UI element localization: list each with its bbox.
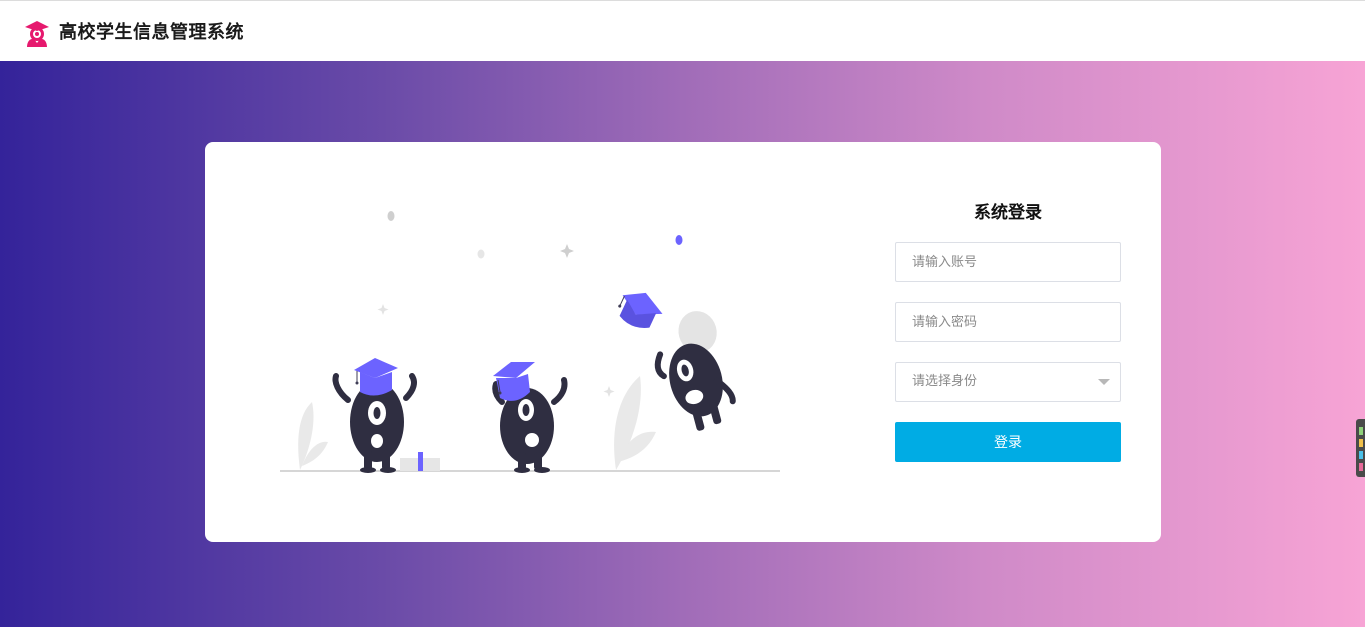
top-header: 高校学生信息管理系统 (0, 0, 1365, 61)
sparkle-icon (603, 386, 615, 397)
decor-dot (387, 211, 395, 221)
side-floating-handle[interactable] (1356, 419, 1365, 477)
password-input[interactable] (895, 302, 1121, 342)
decor-dot (477, 249, 485, 259)
login-title: 系统登录 (974, 203, 1042, 223)
monster-2 (492, 362, 568, 473)
flying-cap (618, 292, 663, 328)
plant-left (298, 402, 328, 470)
sparkle-icon (377, 304, 389, 315)
diploma-ribbon (418, 452, 423, 471)
handle-bar (1359, 439, 1363, 447)
handle-bar (1359, 451, 1363, 459)
graduate-person-icon (25, 21, 49, 47)
monster-1 (332, 358, 417, 473)
role-select-placeholder: 请选择身份 (912, 374, 978, 389)
handle-bar (1359, 463, 1363, 471)
app-title: 高校学生信息管理系统 (59, 22, 244, 43)
chevron-down-icon (1098, 379, 1110, 385)
login-button[interactable]: 登录 (895, 422, 1121, 462)
sparkle-icon (560, 244, 574, 258)
plant-right (614, 376, 656, 470)
graduation-illustration (280, 211, 780, 473)
decor-dot (675, 235, 683, 245)
role-select[interactable]: 请选择身份 (895, 362, 1121, 402)
handle-bar (1359, 427, 1363, 435)
account-input[interactable] (895, 242, 1121, 282)
monster-3 (654, 311, 736, 431)
